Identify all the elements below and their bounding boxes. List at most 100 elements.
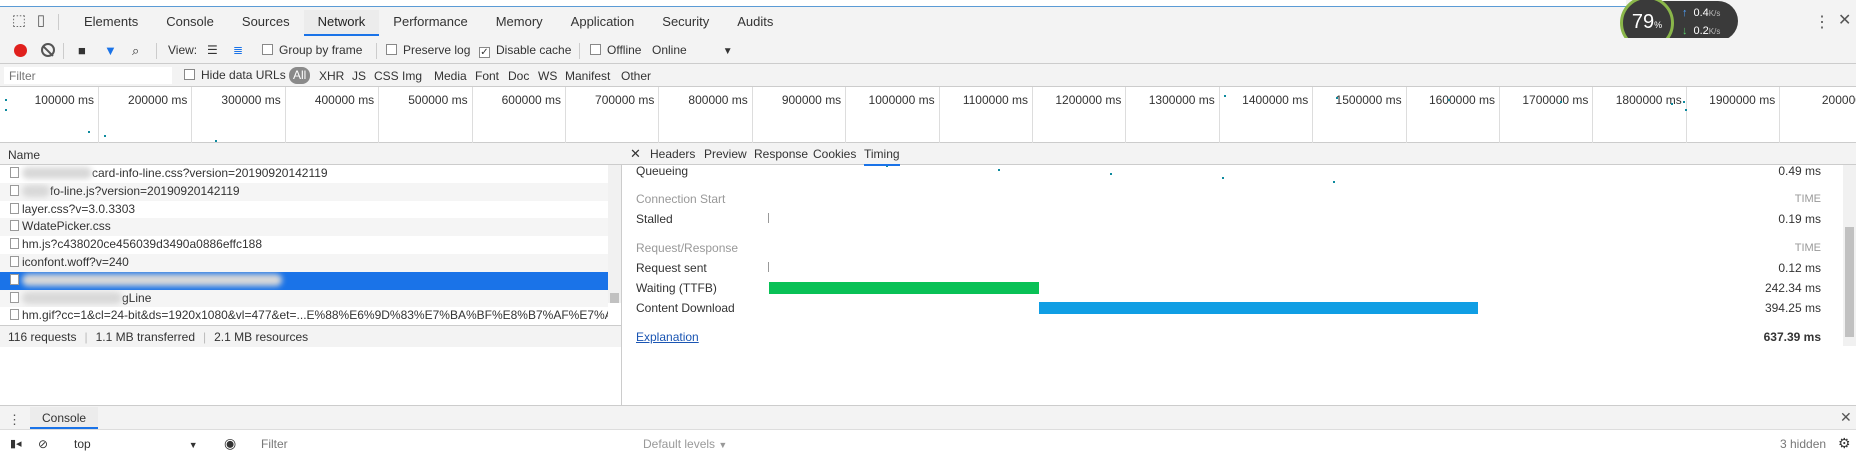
filter-type-css[interactable]: CSS	[374, 69, 399, 83]
context-select[interactable]: top ▼	[74, 437, 198, 451]
filter-type-doc[interactable]: Doc	[508, 69, 529, 83]
overview-tick-label: 1100000 ms	[962, 93, 1028, 107]
overview-tick-label: 1800000 ms	[1615, 93, 1682, 107]
explanation-link[interactable]: Explanation	[636, 330, 699, 344]
tab-security[interactable]: Security	[648, 10, 723, 36]
offline-checkbox[interactable]: Offline	[590, 43, 641, 57]
console-drawer: ⋮ Console ✕ ▮◂ ⊘ top ▼ ◉ Filter Default l…	[0, 405, 1856, 457]
overview-tick-label: 2000000	[1821, 93, 1856, 107]
tab-sources[interactable]: Sources	[228, 10, 304, 36]
filter-type-font[interactable]: Font	[475, 69, 499, 83]
queueing-label: Queueing	[636, 165, 689, 178]
request-list-pane: Name card-info-line.css?version=20190920…	[0, 143, 622, 405]
close-detail-icon[interactable]: ✕	[630, 146, 641, 162]
file-icon	[10, 255, 19, 267]
clear-console-icon[interactable]: ⊘	[38, 437, 48, 451]
upload-unit: K/s	[1708, 9, 1721, 18]
drawer-menu-icon[interactable]: ⋮	[8, 412, 21, 428]
console-filter-input[interactable]: Filter	[261, 437, 288, 451]
request-row[interactable]: gLine	[0, 289, 608, 308]
screenshot-camera-icon[interactable]: ■	[78, 43, 86, 58]
detail-tabs: ✕ Headers Preview Response Cookies Timing	[622, 143, 1856, 166]
clear-icon[interactable]	[41, 43, 55, 57]
throttling-select[interactable]: Online ▼	[652, 43, 733, 57]
tab-console[interactable]: Console	[152, 10, 228, 36]
preserve-log-checkbox[interactable]: Preserve log	[386, 43, 470, 57]
filter-icon[interactable]: ▼	[104, 43, 117, 58]
gear-icon[interactable]: ⚙	[1838, 435, 1851, 452]
request-sent-time: 0.12 ms	[1778, 261, 1821, 275]
filter-type-other[interactable]: Other	[621, 69, 651, 83]
scrollbar-thumb[interactable]	[1845, 227, 1854, 337]
more-options-icon[interactable]: ⋮	[1814, 12, 1830, 32]
filter-type-ws[interactable]: WS	[538, 69, 557, 83]
tab-response[interactable]: Response	[754, 147, 808, 161]
request-name: hm.gif?cc=1&cl=24-bit&ds=1920x1080&vl=47…	[22, 308, 608, 323]
group-by-frame-checkbox[interactable]: Group by frame	[262, 43, 362, 57]
request-row[interactable]: hm.gif?cc=1&cl=24-bit&ds=1920x1080&vl=47…	[0, 307, 608, 325]
request-row[interactable]: layer.css?v=3.0.3303	[0, 201, 608, 219]
waterfall-overview-icon[interactable]: ≣	[233, 43, 243, 57]
large-rows-icon[interactable]: ☰	[207, 43, 218, 57]
tab-memory[interactable]: Memory	[482, 10, 557, 36]
filter-type-media[interactable]: Media	[434, 69, 467, 83]
preserve-log-label: Preserve log	[403, 43, 471, 57]
disable-cache-checkbox[interactable]: ✓ Disable cache	[479, 43, 571, 58]
log-levels-select[interactable]: Default levels ▼	[643, 437, 727, 451]
tab-headers[interactable]: Headers	[650, 147, 695, 161]
overview-tick-label: 300000 ms	[221, 93, 281, 107]
search-icon[interactable]: ⌕	[132, 43, 139, 59]
view-label: View:	[168, 43, 198, 57]
content-download-time: 394.25 ms	[1764, 301, 1821, 315]
eye-icon[interactable]: ◉	[224, 435, 236, 452]
tab-application[interactable]: Application	[557, 10, 649, 36]
usage-percent-unit: %	[1654, 20, 1663, 30]
waiting-ttfb-label: Waiting (TTFB)	[636, 281, 717, 295]
network-overview[interactable]: 100000 ms 200000 ms 300000 ms 400000 ms 5000…	[0, 87, 1856, 183]
request-row[interactable]	[0, 271, 608, 290]
tab-performance[interactable]: Performance	[379, 10, 481, 36]
request-row[interactable]: WdatePicker.css	[0, 218, 608, 237]
filter-type-img[interactable]: Img	[402, 69, 422, 83]
device-toolbar-icon[interactable]: ▯	[32, 12, 50, 30]
sidebar-toggle-icon[interactable]: ▮◂	[10, 437, 22, 450]
request-row[interactable]: hm.js?c438020ce456039d3490a0886effc188	[0, 236, 608, 254]
filter-type-js[interactable]: JS	[352, 69, 366, 83]
tab-cookies[interactable]: Cookies	[813, 147, 856, 161]
tab-elements[interactable]: Elements	[70, 10, 152, 36]
address-bar-edge	[0, 0, 1626, 7]
time-column-heading: TIME	[1794, 193, 1821, 205]
filter-type-xhr[interactable]: XHR	[319, 69, 344, 83]
console-tab[interactable]: Console	[30, 407, 99, 429]
offline-label: Offline	[607, 43, 642, 57]
tab-preview[interactable]: Preview	[704, 147, 747, 161]
name-column-header[interactable]: Name	[0, 143, 622, 165]
waiting-ttfb-time: 242.34 ms	[1764, 281, 1821, 295]
tab-timing[interactable]: Timing	[864, 147, 900, 166]
hide-data-urls-checkbox[interactable]: Hide data URLs	[184, 68, 286, 82]
overview-tick-label: 200000 ms	[128, 93, 188, 107]
filter-type-all[interactable]: All	[289, 67, 311, 84]
overview-tick-label: 1700000 ms	[1522, 93, 1589, 107]
transferred-size: 1.1 MB transferred	[95, 330, 195, 344]
filter-input[interactable]	[4, 67, 172, 84]
request-row[interactable]: iconfont.woff?v=240	[0, 253, 608, 272]
overview-request-dot	[1448, 99, 1450, 101]
request-row[interactable]: card-info-line.css?version=2019092014211…	[0, 165, 608, 183]
close-devtools-icon[interactable]: ✕	[1838, 10, 1851, 30]
request-row[interactable]: fo-line.js?version=20190920142119	[0, 182, 608, 201]
request-list-scrollbar[interactable]	[608, 165, 621, 303]
detail-scrollbar[interactable]	[1843, 165, 1856, 346]
request-name: iconfont.woff?v=240	[22, 254, 129, 269]
inspect-element-icon[interactable]: ⬚	[10, 12, 28, 30]
overview-tick-label: 600000 ms	[501, 93, 561, 107]
chevron-down-icon: ▼	[722, 46, 733, 57]
record-button[interactable]	[14, 44, 27, 57]
scrollbar-thumb[interactable]	[610, 293, 619, 303]
tab-audits[interactable]: Audits	[723, 10, 787, 36]
tab-network[interactable]: Network	[303, 10, 380, 36]
request-response-heading: Request/Response	[636, 241, 739, 255]
upload-arrow-icon: ↑	[1682, 7, 1688, 19]
close-drawer-icon[interactable]: ✕	[1840, 409, 1852, 426]
filter-type-manifest[interactable]: Manifest	[565, 69, 610, 83]
